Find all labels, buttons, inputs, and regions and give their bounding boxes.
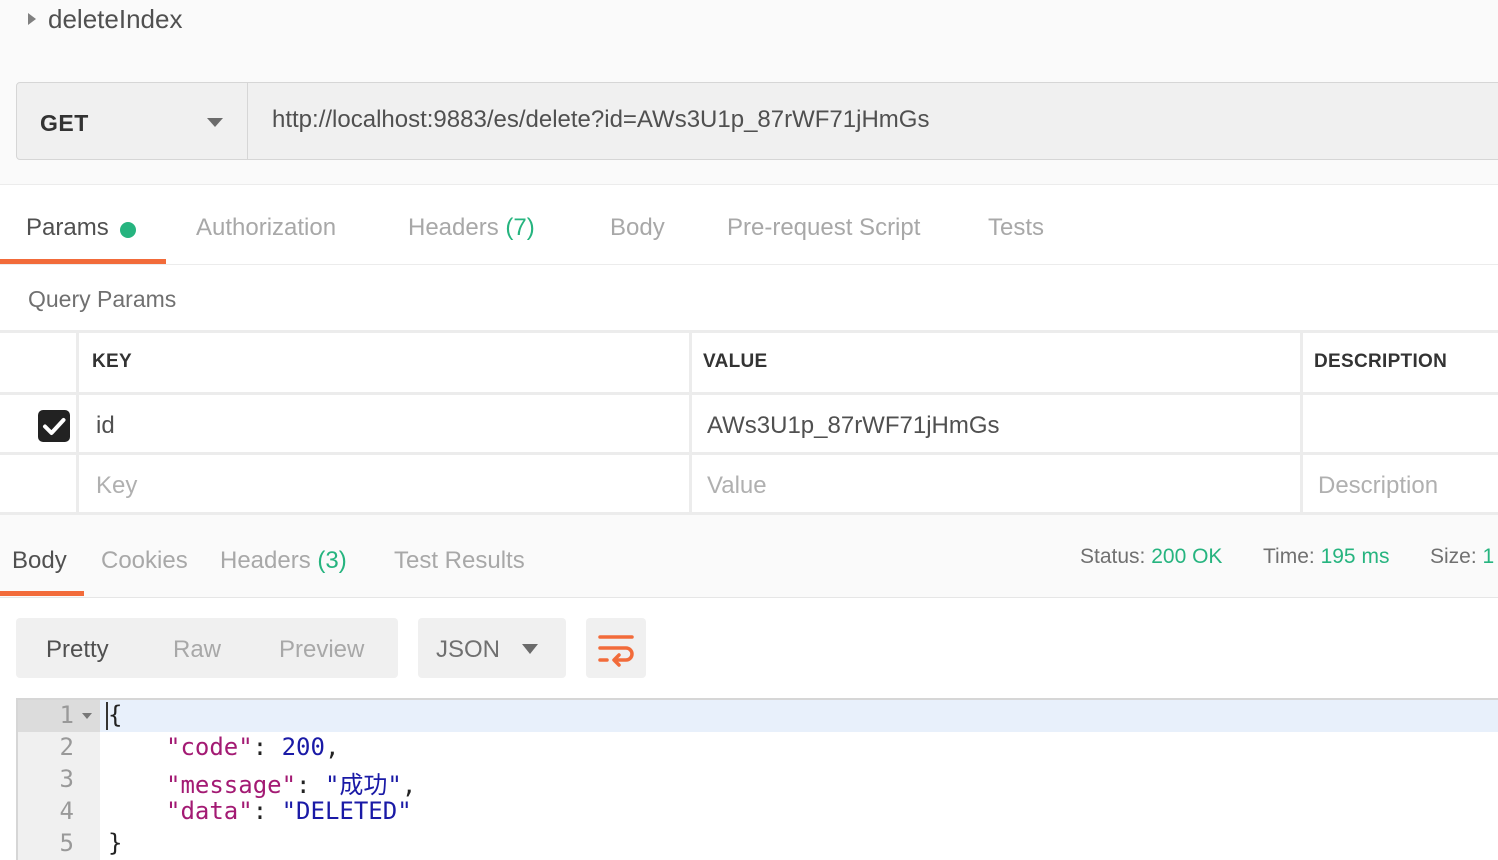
line-number: 5 <box>59 829 74 857</box>
response-tab-body[interactable]: Body <box>12 547 67 575</box>
table-col-divider <box>76 331 79 515</box>
code-line-4: "data": "DELETED" <box>166 797 412 825</box>
code-line-3: "message": "成功", <box>166 771 417 799</box>
response-tab-test-results[interactable]: Test Results <box>394 547 525 575</box>
table-col-divider <box>689 331 692 515</box>
params-indicator-dot <box>120 222 136 238</box>
active-response-tab-indicator <box>0 591 84 596</box>
json-string: "成功" <box>324 771 402 799</box>
line-number: 2 <box>59 733 74 761</box>
table-border <box>0 452 1498 455</box>
json-key: "data" <box>166 797 253 825</box>
wrap-lines-button[interactable] <box>586 618 646 678</box>
query-params-title: Query Params <box>28 286 177 312</box>
time-info: Time: 195 ms <box>1263 545 1389 569</box>
param-key-cell[interactable]: id <box>96 412 115 440</box>
size-info: Size: 1 <box>1430 545 1494 569</box>
chevron-down-icon[interactable] <box>207 118 223 127</box>
line-number: 3 <box>59 765 74 793</box>
line-number: 4 <box>59 797 74 825</box>
column-header-value: VALUE <box>703 351 768 372</box>
response-tab-cookies[interactable]: Cookies <box>101 547 188 575</box>
json-number: 200 <box>281 733 325 761</box>
json-key: "code" <box>166 733 253 761</box>
new-key-input[interactable]: Key <box>96 472 137 500</box>
code-line-5: } <box>108 829 123 857</box>
tab-tests[interactable]: Tests <box>988 214 1044 242</box>
format-label[interactable]: JSON <box>436 636 500 664</box>
wrap-lines-icon <box>598 635 634 667</box>
table-border <box>0 392 1498 395</box>
status-label: Status: <box>1080 545 1146 568</box>
size-label: Size: <box>1430 545 1477 568</box>
active-line-highlight <box>100 700 1498 732</box>
line-number: 1 <box>59 701 74 729</box>
time-value: 195 ms <box>1320 545 1390 568</box>
code-line-2: "code": 200, <box>166 733 340 761</box>
new-value-input[interactable]: Value <box>707 472 767 500</box>
status-info: Status: 200 OK <box>1080 545 1222 569</box>
status-value: 200 OK <box>1151 545 1223 568</box>
tab-headers-label: Headers <box>408 214 499 241</box>
column-header-description: DESCRIPTION <box>1314 351 1448 372</box>
expand-caret-icon[interactable] <box>28 13 36 25</box>
time-label: Time: <box>1263 545 1315 568</box>
size-value: 1 <box>1482 545 1495 568</box>
new-description-input[interactable]: Description <box>1318 472 1438 500</box>
response-tab-headers[interactable]: Headers (3) <box>220 547 347 575</box>
tab-headers[interactable]: Headers (7) <box>408 214 535 242</box>
param-value-cell[interactable]: AWs3U1p_87rWF71jHmGs <box>707 412 1000 440</box>
url-text[interactable]: http://localhost:9883/es/delete?id=AWs3U… <box>272 106 929 134</box>
response-tab-headers-label: Headers <box>220 547 311 574</box>
json-key: "message" <box>166 771 297 799</box>
param-enabled-checkbox[interactable] <box>38 410 70 442</box>
request-name[interactable]: deleteIndex <box>48 4 182 35</box>
fold-caret-icon[interactable] <box>82 713 92 719</box>
tab-prerequest-script[interactable]: Pre-request Script <box>727 214 920 242</box>
tab-body[interactable]: Body <box>610 214 665 242</box>
view-raw-button[interactable]: Raw <box>173 636 221 664</box>
method-label[interactable]: GET <box>40 110 89 137</box>
table-border-top <box>0 330 1498 333</box>
tab-authorization[interactable]: Authorization <box>196 214 336 242</box>
check-icon <box>43 418 66 435</box>
tab-headers-count: (7) <box>505 214 535 241</box>
tabs-divider <box>0 264 1498 265</box>
request-name-bar <box>0 0 1498 62</box>
response-tab-headers-count: (3) <box>317 547 347 574</box>
column-header-key: KEY <box>92 351 132 372</box>
table-col-divider <box>1300 331 1303 515</box>
json-string: "DELETED" <box>281 797 412 825</box>
view-preview-button[interactable]: Preview <box>279 636 364 664</box>
chevron-down-icon[interactable] <box>522 644 538 654</box>
tab-params[interactable]: Params <box>26 214 109 242</box>
code-line-1: { <box>108 701 123 729</box>
view-pretty-button[interactable]: Pretty <box>46 636 109 664</box>
